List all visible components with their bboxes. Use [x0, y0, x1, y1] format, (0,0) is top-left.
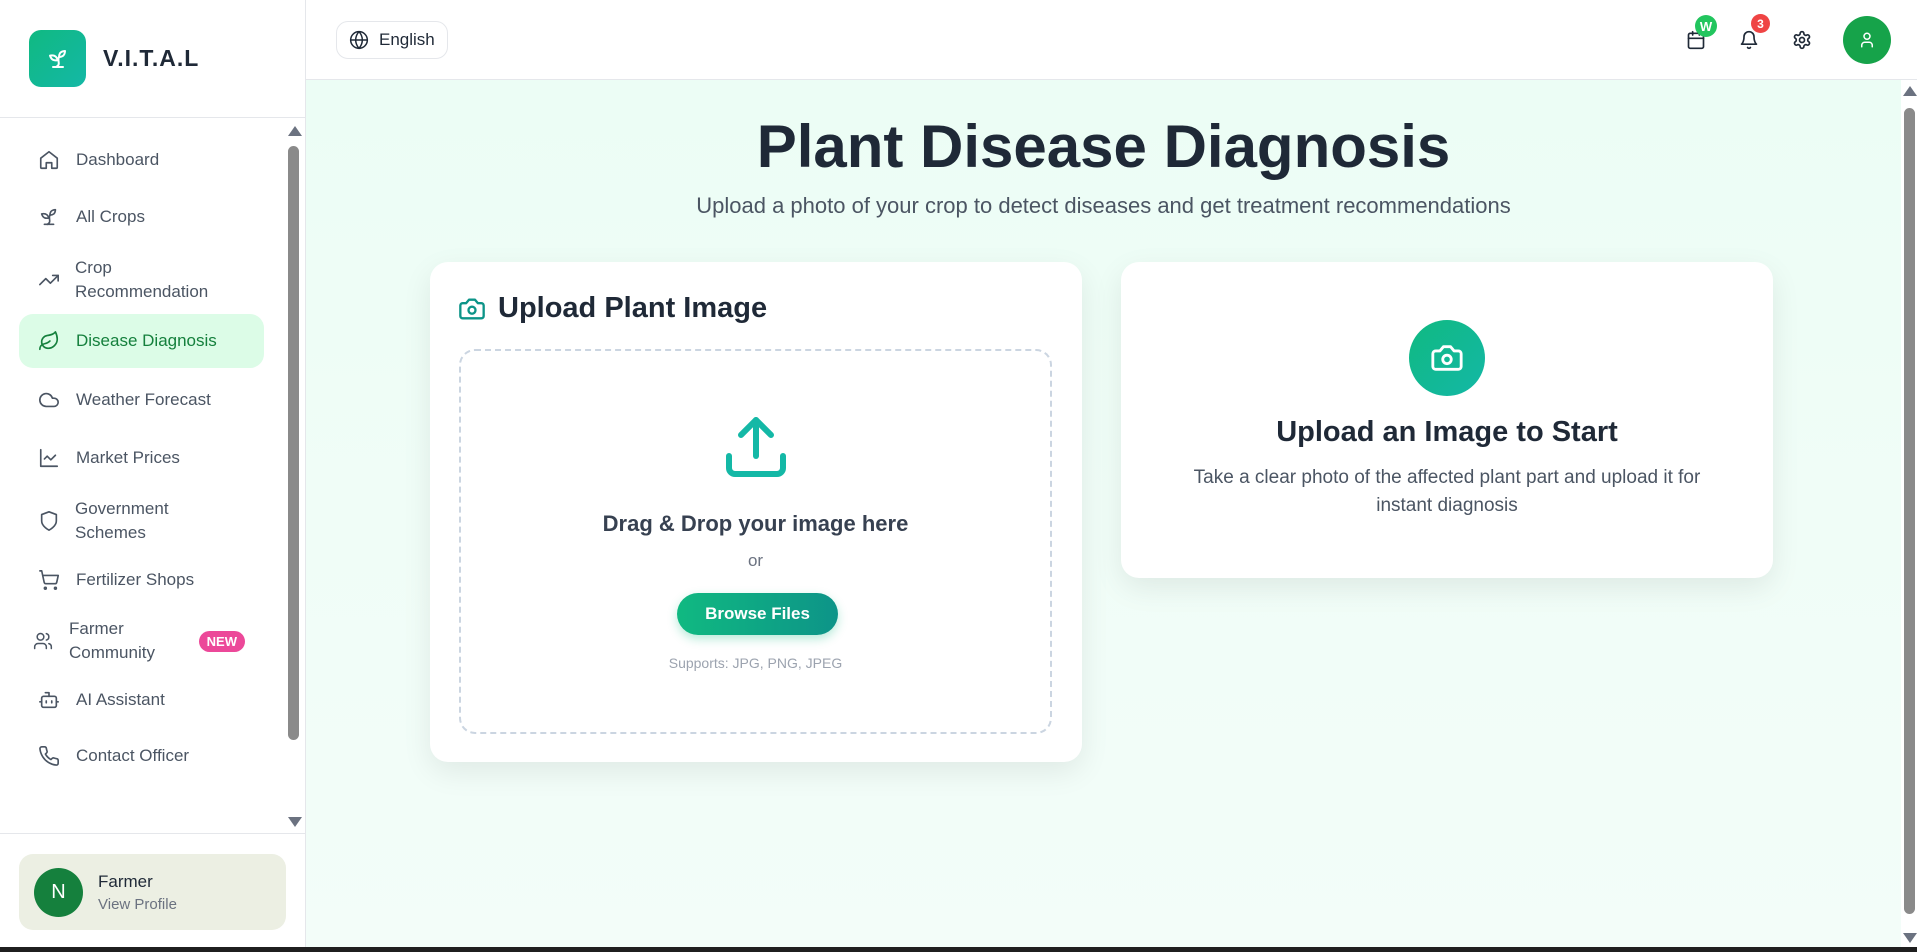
- cart-icon: [37, 568, 61, 592]
- sidebar-item-farmer-community[interactable]: Farmer Community NEW: [19, 611, 264, 671]
- new-badge: NEW: [198, 630, 245, 652]
- trending-up-icon: [37, 268, 61, 292]
- scroll-down-arrow-icon[interactable]: [1903, 933, 1917, 943]
- settings-button[interactable]: [1789, 27, 1815, 53]
- upload-card: Upload Plant Image Drag & Drop your imag…: [430, 262, 1082, 762]
- sidebar-item-label: Dashboard: [76, 150, 160, 169]
- sidebar-item-label: Farmer Community: [69, 619, 155, 662]
- sidebar-item-government-schemes[interactable]: Government Schemes: [19, 491, 264, 551]
- sidebar-item-label: Weather Forecast: [76, 390, 211, 409]
- sidebar-item-contact-officer[interactable]: Contact Officer: [19, 732, 264, 780]
- gear-icon: [1792, 30, 1812, 50]
- info-title: Upload an Image to Start: [1276, 416, 1618, 448]
- calendar-badge: W: [1695, 15, 1717, 37]
- sidebar-item-disease-diagnosis[interactable]: Disease Diagnosis: [19, 314, 264, 368]
- sidebar-scrollbar[interactable]: [285, 118, 302, 833]
- calendar-button[interactable]: W: [1683, 15, 1717, 53]
- bell-icon: [1739, 30, 1759, 50]
- sidebar-item-label: Disease Diagnosis: [76, 331, 217, 350]
- profile-name: Farmer: [98, 871, 153, 891]
- home-icon: [37, 148, 61, 172]
- line-chart-icon: [37, 446, 61, 470]
- scroll-down-arrow-icon[interactable]: [288, 817, 302, 827]
- sprout-logo-icon: [29, 30, 86, 87]
- language-label: English: [379, 30, 435, 49]
- scroll-up-arrow-icon[interactable]: [288, 126, 302, 136]
- taskbar-edge: [0, 947, 1917, 952]
- camera-icon: [458, 295, 486, 323]
- image-dropzone[interactable]: Drag & Drop your image here or Browse Fi…: [459, 349, 1052, 734]
- main-scrollbar[interactable]: [1901, 80, 1917, 947]
- brand[interactable]: V.I.T.A.L: [0, 0, 305, 118]
- supported-formats: Supports: JPG, PNG, JPEG: [668, 655, 843, 671]
- upload-card-title-text: Upload Plant Image: [498, 292, 768, 324]
- sidebar-item-crop-recommendation[interactable]: Crop Recommendation: [19, 250, 264, 310]
- sidebar-item-ai-assistant[interactable]: AI Assistant: [19, 676, 264, 724]
- profile-card[interactable]: N Farmer View Profile: [19, 854, 286, 930]
- sidebar-item-label: Contact Officer: [76, 746, 190, 765]
- scroll-thumb[interactable]: [288, 146, 299, 740]
- brand-name: V.I.T.A.L: [103, 45, 200, 71]
- sidebar-item-weather-forecast[interactable]: Weather Forecast: [19, 376, 264, 424]
- globe-icon: [349, 30, 369, 50]
- sidebar: V.I.T.A.L Dashboard All Crops Crop Recom…: [0, 0, 306, 947]
- camera-icon: [1409, 320, 1485, 396]
- page-title: Plant Disease Diagnosis: [756, 113, 1451, 180]
- browse-files-button[interactable]: Browse Files: [677, 593, 838, 635]
- info-description: Take a clear photo of the affected plant…: [1193, 467, 1701, 516]
- main-content: Plant Disease Diagnosis Upload a photo o…: [306, 80, 1901, 947]
- bot-icon: [37, 688, 61, 712]
- leaf-icon: [37, 329, 61, 353]
- sidebar-item-all-crops[interactable]: All Crops: [19, 193, 264, 241]
- profile-section: N Farmer View Profile: [0, 833, 306, 947]
- sidebar-item-label: All Crops: [76, 207, 145, 226]
- user-icon: [1858, 31, 1876, 49]
- notification-count-badge: 3: [1751, 14, 1770, 33]
- shield-icon: [37, 509, 61, 533]
- sidebar-item-dashboard[interactable]: Dashboard: [19, 136, 264, 184]
- language-selector[interactable]: English: [336, 21, 448, 59]
- scroll-up-arrow-icon[interactable]: [1903, 86, 1917, 96]
- view-profile-link[interactable]: View Profile: [98, 896, 177, 913]
- sidebar-item-label: Government Schemes: [75, 499, 169, 542]
- upload-card-title: Upload Plant Image: [458, 292, 767, 325]
- avatar: N: [34, 867, 83, 917]
- sidebar-item-market-prices[interactable]: Market Prices: [19, 434, 264, 482]
- dropzone-or: or: [747, 551, 764, 570]
- sidebar-item-label: Fertilizer Shops: [76, 570, 195, 589]
- notifications-button[interactable]: 3: [1736, 14, 1770, 53]
- dropzone-title: Drag & Drop your image here: [602, 511, 909, 536]
- sidebar-nav: Dashboard All Crops Crop Recommendation …: [0, 118, 282, 833]
- phone-icon: [37, 744, 61, 768]
- sidebar-item-fertilizer-shops[interactable]: Fertilizer Shops: [19, 556, 264, 604]
- top-header: English W 3: [306, 0, 1917, 80]
- sidebar-item-label: Crop Recommendation: [75, 258, 209, 301]
- upload-icon: [720, 411, 792, 488]
- sidebar-item-label: AI Assistant: [76, 690, 165, 709]
- scroll-thumb[interactable]: [1904, 108, 1915, 914]
- start-info-card: Upload an Image to Start Take a clear ph…: [1121, 262, 1773, 578]
- user-menu-button[interactable]: [1843, 16, 1891, 64]
- users-icon: [31, 629, 55, 653]
- page-subtitle: Upload a photo of your crop to detect di…: [696, 193, 1511, 218]
- sidebar-item-label: Market Prices: [76, 448, 180, 467]
- cloud-icon: [37, 388, 61, 412]
- sprout-icon: [37, 205, 61, 229]
